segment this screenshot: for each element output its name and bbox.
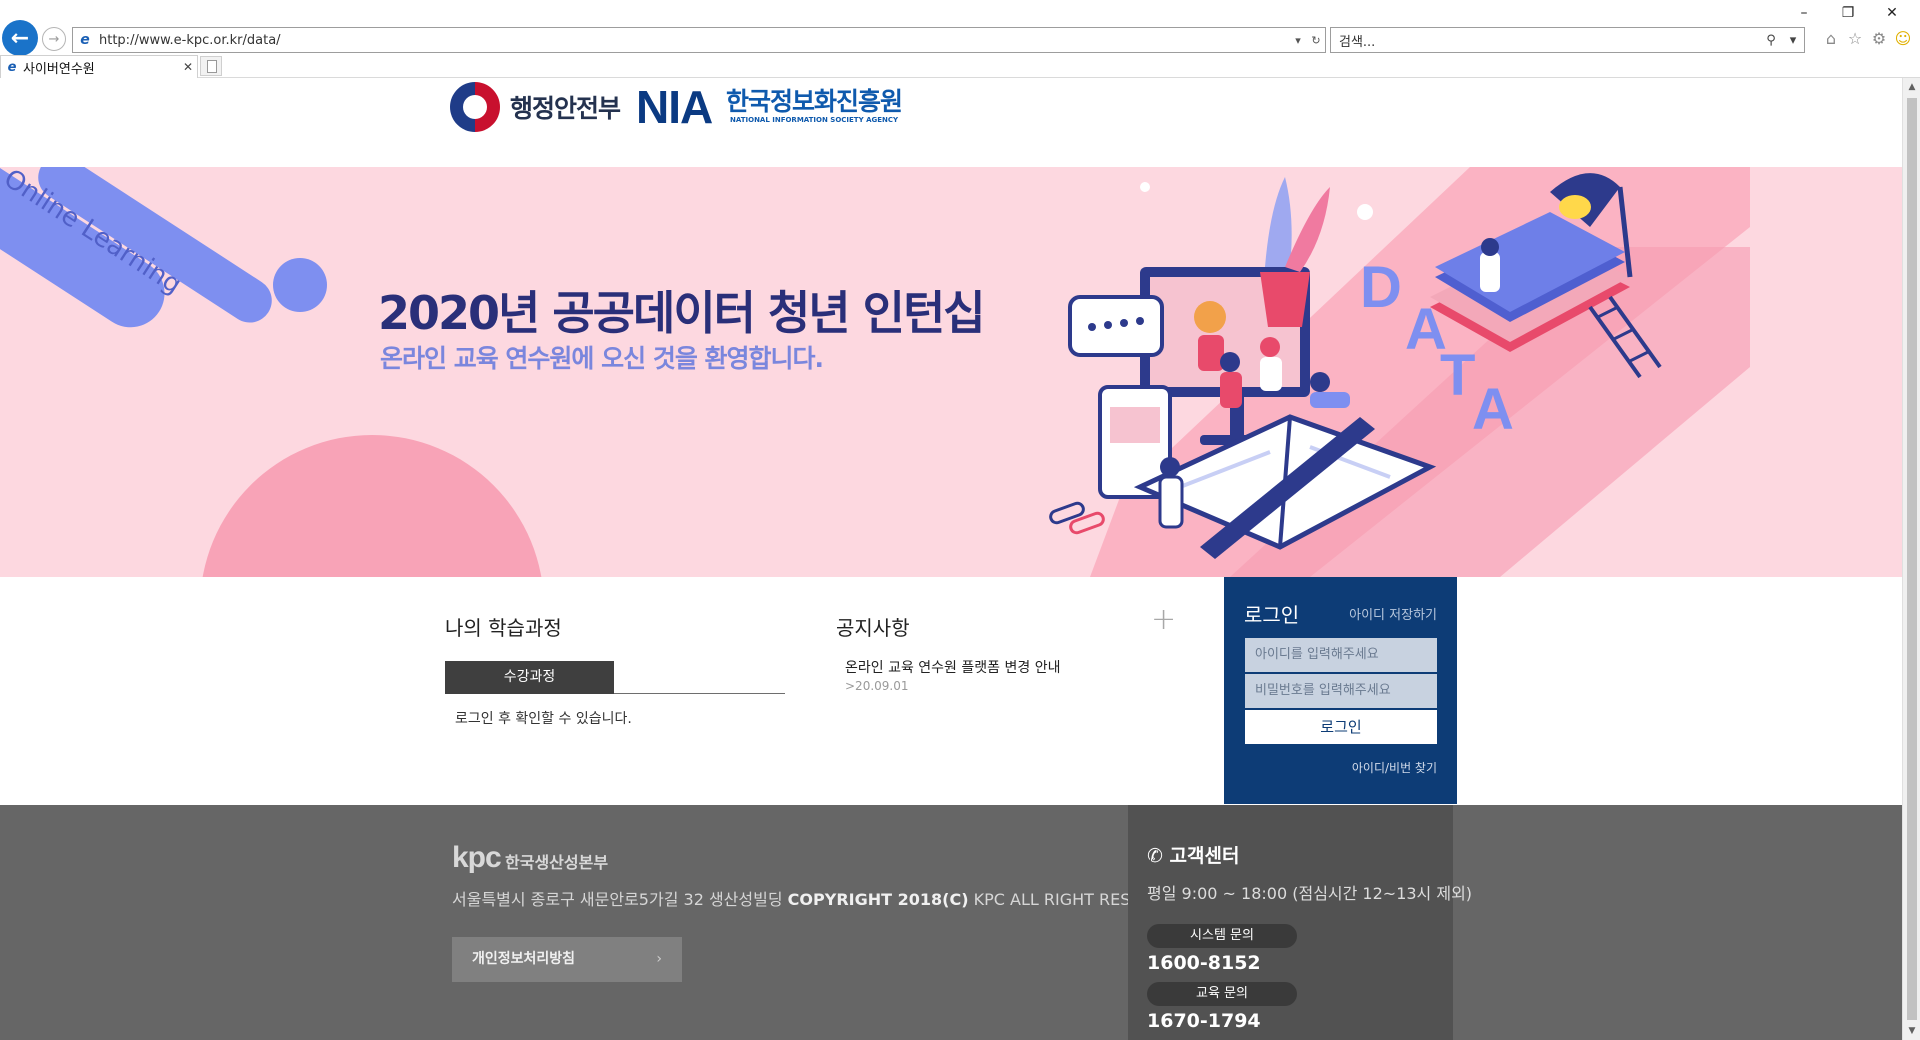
banner-title: 2020년 공공데이터 청년 인턴십 — [378, 286, 986, 340]
privacy-policy-button[interactable]: 개인정보처리방침 › — [452, 937, 682, 982]
login-button[interactable]: 로그인 — [1245, 710, 1437, 744]
browser-tab[interactable]: e 사이버연수원 ✕ — [0, 55, 198, 78]
address-url[interactable]: http://www.e-kpc.or.kr/data/ — [95, 33, 1289, 48]
address-dropdown-icon[interactable]: ▾ — [1289, 34, 1307, 47]
address-text: 서울특별시 종로구 새문안로5가길 32 생산성빌딩 — [452, 890, 783, 909]
search-icon[interactable]: ⚲ — [1760, 33, 1782, 48]
banner-decor-circle — [273, 258, 327, 312]
course-login-message: 로그인 후 확인할 수 있습니다. — [455, 711, 632, 727]
search-bar[interactable]: 검색... ⚲ ▾ — [1330, 27, 1805, 53]
taegeuk-emblem-icon — [450, 82, 500, 132]
tab-close-icon[interactable]: ✕ — [179, 60, 197, 74]
svg-text:D: D — [1360, 255, 1402, 320]
search-placeholder[interactable]: 검색... — [1331, 31, 1760, 50]
search-dropdown-icon[interactable]: ▾ — [1782, 33, 1804, 48]
notice-title: 공지사항 — [836, 616, 910, 640]
back-button[interactable]: ← — [2, 20, 38, 56]
hero-banner: Online Learning 2020년 공공데이터 청년 인턴십 온라인 교… — [0, 167, 1902, 577]
user-id-input[interactable]: 아이디를 입력해주세요 — [1245, 638, 1437, 672]
system-inquiry-phone: 1600-8152 — [1147, 952, 1261, 974]
vertical-scrollbar[interactable]: ▲ ▼ — [1902, 78, 1920, 1040]
notice-item-date: >20.09.01 — [845, 679, 909, 693]
tab-enrolled-courses[interactable]: 수강과정 — [445, 661, 614, 694]
scroll-thumb[interactable] — [1907, 98, 1917, 1020]
login-title: 로그인 — [1244, 603, 1300, 627]
forward-button[interactable]: → — [42, 27, 66, 51]
education-inquiry-phone: 1670-1794 — [1147, 1010, 1261, 1032]
ministry-logo[interactable]: 행정안전부 — [450, 82, 621, 132]
home-icon[interactable]: ⌂ — [1821, 29, 1841, 49]
education-inquiry-badge: 교육 문의 — [1147, 982, 1297, 1006]
service-hours: 평일 9:00 ~ 18:00 (점심시간 12~13시 제외) — [1147, 884, 1473, 903]
copyright-text: COPYRIGHT 2018(C) — [787, 890, 969, 909]
svg-text:A: A — [1472, 377, 1514, 442]
customer-center-panel: ✆ 고객센터 평일 9:00 ~ 18:00 (점심시간 12~13시 제외) … — [1128, 805, 1472, 1040]
privacy-policy-label: 개인정보처리방침 — [472, 951, 576, 967]
ministry-name: 행정안전부 — [510, 94, 621, 123]
svg-text:T: T — [1440, 343, 1475, 408]
plus-icon[interactable]: + — [1151, 605, 1176, 635]
data-learning-illustration: D A T A — [1049, 167, 1750, 577]
banner-subtitle: 온라인 교육 연수원에 오신 것을 환영합니다. — [380, 344, 824, 373]
page-footer: kpc 한국생산성본부 서울특별시 종로구 새문안로5가길 32 생산성빌딩 C… — [0, 805, 1902, 1040]
nia-name-korean: 한국정보화진흥원 — [726, 87, 903, 116]
kpc-org-name: 한국생산성본부 — [505, 853, 609, 872]
new-tab-button[interactable] — [200, 56, 222, 76]
system-inquiry-badge: 시스템 문의 — [1147, 924, 1297, 948]
find-id-password-link[interactable]: 아이디/비번 찾기 — [1352, 759, 1437, 776]
footer-address: 서울특별시 종로구 새문안로5가길 32 생산성빌딩 COPYRIGHT 201… — [452, 886, 1189, 910]
tab-ie-icon: e — [7, 59, 17, 75]
password-input[interactable]: 비밀번호를 입력해주세요 — [1245, 674, 1437, 708]
minimize-icon[interactable]: – — [1786, 2, 1822, 24]
phone-icon: ✆ — [1147, 845, 1163, 867]
ie-page-icon: e — [80, 32, 90, 48]
refresh-icon[interactable]: ↻ — [1307, 34, 1325, 47]
settings-gear-icon[interactable]: ⚙ — [1869, 29, 1889, 49]
kpc-logo: kpc — [452, 841, 502, 874]
smiley-feedback-icon[interactable]: ☺ — [1893, 29, 1913, 49]
close-window-icon[interactable]: ✕ — [1874, 2, 1910, 24]
restore-icon[interactable]: ❐ — [1830, 2, 1866, 24]
customer-center-title: ✆ 고객센터 — [1147, 841, 1239, 868]
tab-underline — [614, 693, 785, 694]
banner-decor-half-circle — [200, 435, 544, 577]
chevron-right-icon: › — [656, 951, 662, 967]
page-viewport: 행정안전부 NIA 한국정보화진흥원 NATIONAL INFORMATION … — [0, 78, 1902, 1040]
favorites-star-icon[interactable]: ☆ — [1845, 29, 1865, 49]
scroll-down-arrow-icon[interactable]: ▼ — [1903, 1022, 1920, 1040]
tab-title[interactable]: 사이버연수원 — [23, 58, 179, 77]
remember-id-link[interactable]: 아이디 저장하기 — [1349, 604, 1437, 623]
nia-logo-mark[interactable]: NIA — [636, 80, 713, 134]
my-course-title: 나의 학습과정 — [445, 616, 562, 640]
notice-item-link[interactable]: 온라인 교육 연수원 플랫폼 변경 안내 — [845, 657, 1060, 677]
address-bar[interactable]: e http://www.e-kpc.or.kr/data/ ▾ ↻ — [72, 27, 1326, 53]
nia-name-english: NATIONAL INFORMATION SOCIETY AGENCY — [730, 116, 899, 124]
login-panel: 로그인 아이디 저장하기 아이디를 입력해주세요 비밀번호를 입력해주세요 로그… — [1224, 577, 1457, 804]
browser-chrome: ← → e http://www.e-kpc.or.kr/data/ ▾ ↻ 검… — [0, 0, 1920, 78]
scroll-up-arrow-icon[interactable]: ▲ — [1903, 78, 1920, 96]
customer-center-label: 고객센터 — [1169, 845, 1240, 867]
